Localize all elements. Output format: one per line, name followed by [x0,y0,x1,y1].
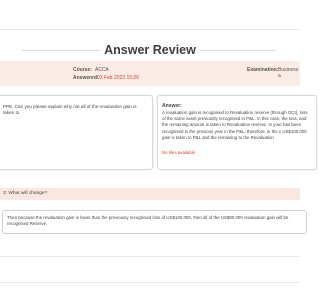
examination-value: Business a [278,67,299,79]
question-card: PPE. Can you please explain why not all … [0,95,153,170]
answer-heading: Answer: [162,103,182,109]
course-label: Course: [73,67,92,73]
section-divider [0,282,300,283]
title-decor-line-right [195,50,275,51]
no-files-note: No files available [162,150,196,155]
followup-reply-box: Then because the revaluation gain is low… [2,210,307,234]
answered-value: 02 Feb 2023 15:26 [97,75,139,81]
followup-question-band: 3: What will change? [0,188,300,200]
course-value: ACCA [95,67,109,73]
followup-question-text: 3: What will change? [3,191,48,196]
examination-label: Examination: [247,67,279,73]
followup-reply-text: Then because the revaluation gain is low… [7,215,289,227]
page-title: Answer Review [100,43,200,57]
header-divider [0,29,300,30]
title-decor-line-left [22,50,110,51]
section-divider [0,256,300,257]
exam-info-band: Course: ACCA Answered: 02 Feb 2023 15:26… [0,61,300,86]
page-title-wrap: Answer Review [0,41,300,59]
question-text: PPE. Can you please explain why not all … [3,104,137,116]
answer-card: Answer: A revaluation gain is recognised… [157,95,317,170]
answer-text: A revaluation gain is recognised to Reva… [162,110,308,140]
answered-label: Answered: [73,75,99,81]
